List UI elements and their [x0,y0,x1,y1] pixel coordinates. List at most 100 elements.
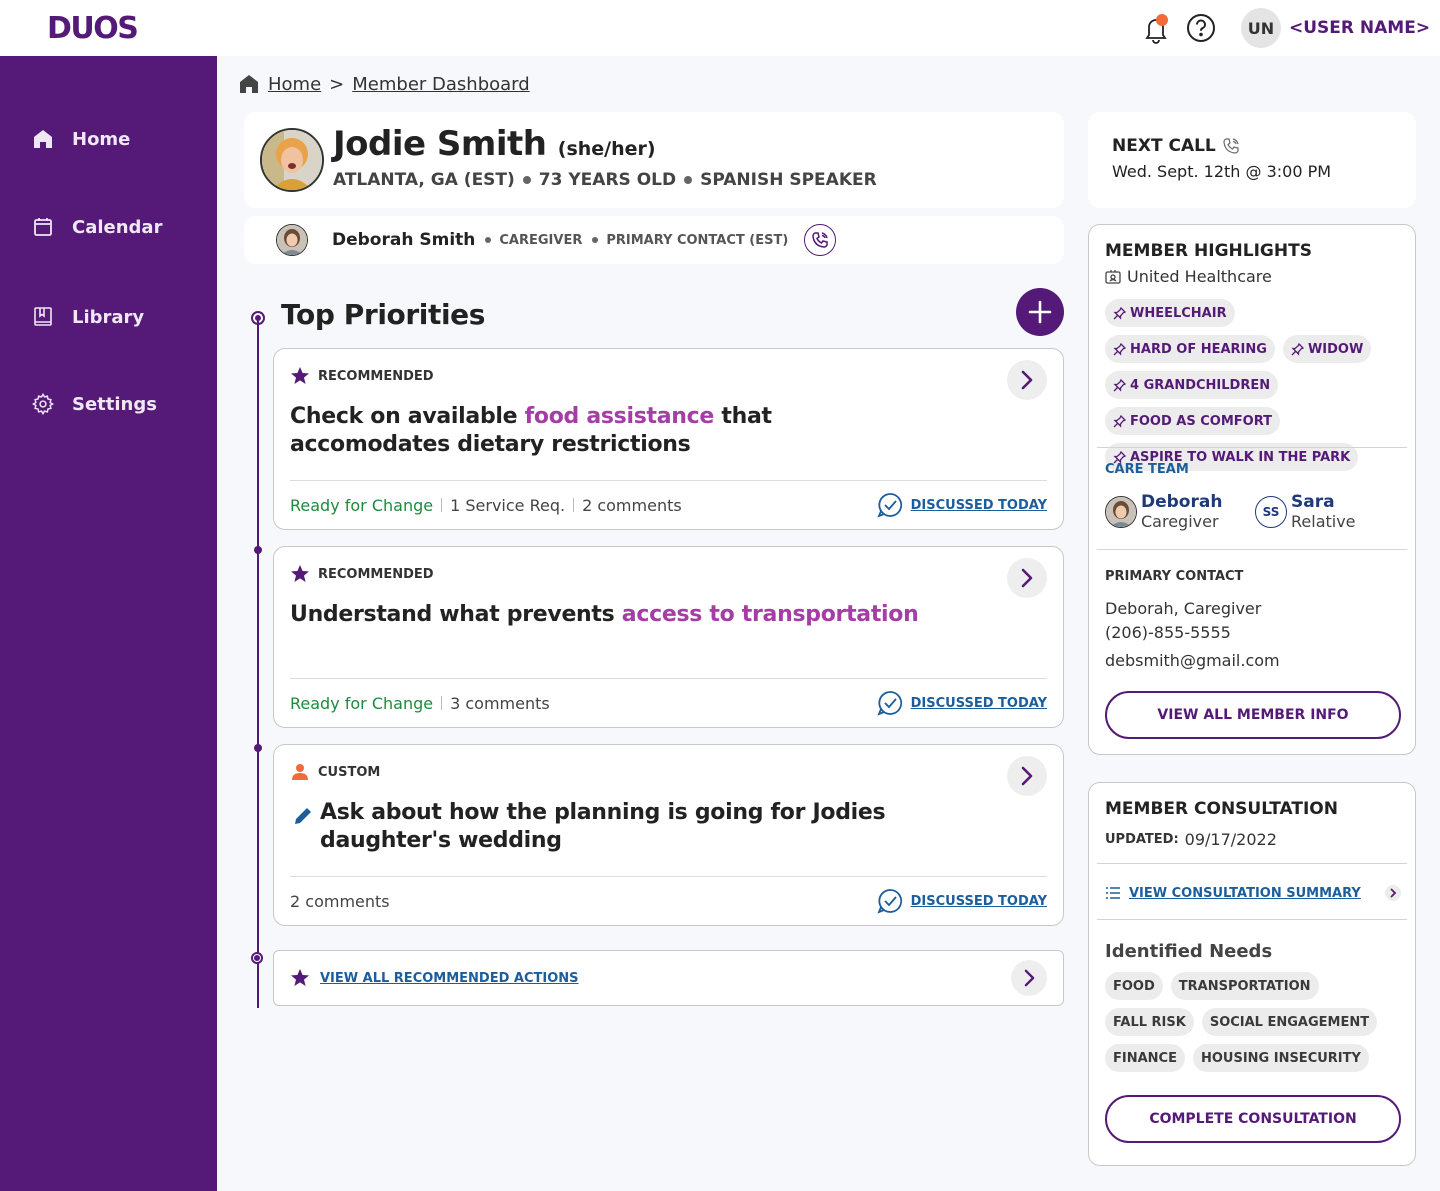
next-call-label: NEXT CALL [1112,136,1216,156]
pin-icon [1291,342,1304,356]
sidebar-item-library[interactable]: Library [32,306,144,328]
member-photo[interactable] [260,128,324,192]
view-all-recommended-link[interactable]: VIEW ALL RECOMMENDED ACTIONS [320,971,579,986]
sidebar-item-calendar[interactable]: Calendar [32,216,162,238]
open-priority-button[interactable] [1007,558,1047,598]
discussed-today-link[interactable]: DISCUSSED TODAY [877,888,1047,914]
priority-divider [290,678,1047,679]
member-consultation-title: MEMBER CONSULTATION [1105,799,1338,819]
comment-count[interactable]: 2 comments [290,892,390,911]
highlight-chip[interactable]: 4 GRANDCHILDREN [1105,371,1279,399]
user-avatar[interactable]: UN [1241,8,1281,48]
book-icon [34,307,52,326]
priority-tag: RECOMMENDED [290,564,434,584]
highlight-chip[interactable]: WHEELCHAIR [1105,299,1235,327]
priority-card[interactable]: CUSTOM Ask about how the planning is goi… [273,744,1064,926]
discussed-label: DISCUSSED TODAY [910,497,1047,513]
chat-check-icon [877,691,902,716]
person-icon [292,764,308,780]
duos-logo[interactable]: DUOS [47,11,139,46]
next-call-card: NEXT CALL Wed. Sept. 12th @ 3:00 PM [1088,112,1416,208]
sidebar-item-label: Home [72,128,131,150]
insurer: United Healthcare [1105,267,1272,286]
priority-divider [290,876,1047,877]
section-divider [1097,447,1407,448]
need-chip[interactable]: HOUSING INSECURITY [1192,1044,1369,1072]
highlight-chip[interactable]: FOOD AS COMFORT [1105,407,1281,435]
priority-tag: CUSTOM [290,762,380,782]
open-priority-button[interactable] [1007,756,1047,796]
next-call-time[interactable]: Wed. Sept. 12th @ 3:00 PM [1112,162,1331,181]
home-icon[interactable] [238,73,260,95]
priority-highlight: food assistance [524,404,715,429]
user-name[interactable]: <USER NAME> [1289,18,1430,38]
discussed-label: DISCUSSED TODAY [910,893,1047,909]
priority-tag: RECOMMENDED [290,366,434,386]
view-all-recommended-card[interactable]: VIEW ALL RECOMMENDED ACTIONS [273,950,1064,1006]
priority-tag-label: RECOMMENDED [318,368,434,384]
discussed-today-link[interactable]: DISCUSSED TODAY [877,492,1047,518]
chevron-right-icon[interactable] [1385,885,1401,901]
highlight-chip-label: HARD OF HEARING [1130,341,1267,357]
view-all-member-info-button[interactable]: VIEW ALL MEMBER INFO [1105,691,1401,739]
primary-contact-label: PRIMARY CONTACT [1105,569,1244,584]
care-team-member[interactable]: SS Sara Relative [1255,493,1356,531]
complete-consultation-button[interactable]: COMPLETE CONSULTATION [1105,1095,1401,1143]
sidebar-item-home[interactable]: Home [32,128,130,150]
pencil-icon[interactable] [292,805,314,827]
contact-role: CAREGIVER [499,232,583,248]
priorities-timeline [257,318,259,1008]
need-chip[interactable]: SOCIAL ENGAGEMENT [1201,1008,1378,1036]
pin-icon [1113,414,1126,428]
care-team-avatar [1105,496,1137,528]
notification-dot [1156,14,1168,26]
priority-text: Check on available food assistance that … [290,403,930,459]
phone-icon [1223,138,1239,154]
service-request-count[interactable]: 1 Service Req. [450,496,565,515]
discussed-today-link[interactable]: DISCUSSED TODAY [877,690,1047,716]
timeline-dot [254,546,262,554]
need-chip[interactable]: FALL RISK [1105,1008,1194,1036]
breadcrumb: Home > Member Dashboard [238,73,530,95]
priority-card[interactable]: RECOMMENDED Check on available food assi… [273,348,1064,530]
highlight-chip[interactable]: HARD OF HEARING [1105,335,1275,363]
open-priority-button[interactable] [1007,360,1047,400]
priority-card[interactable]: RECOMMENDED Understand what prevents acc… [273,546,1064,728]
view-consultation-summary-link[interactable]: VIEW CONSULTATION SUMMARY [1129,886,1361,901]
need-chip[interactable]: FOOD [1105,972,1163,1000]
contact-name[interactable]: Deborah Smith [332,230,475,250]
primary-contact-name: Deborah, Caregiver [1105,599,1262,618]
primary-contact-row: Deborah Smith CAREGIVER PRIMARY CONTACT … [244,216,1064,264]
member-consultation-card: MEMBER CONSULTATION UPDATED: 09/17/2022 … [1088,782,1416,1166]
sidebar-item-settings[interactable]: Settings [32,393,157,415]
contact-avatar[interactable] [276,224,308,256]
footer-divider [441,498,443,512]
comment-count[interactable]: 2 comments [582,496,682,515]
highlight-chip[interactable]: WIDOW [1282,335,1372,363]
separator-dot [684,176,693,184]
primary-contact-email[interactable]: debsmith@gmail.com [1105,649,1280,673]
need-chip[interactable]: FINANCE [1105,1044,1185,1072]
comment-count[interactable]: 3 comments [450,694,550,713]
breadcrumb-current-link[interactable]: Member Dashboard [352,74,529,95]
member-location: ATLANTA, GA (EST) [333,170,515,190]
member-header-card: Jodie Smith (she/her) ATLANTA, GA (EST) … [244,112,1064,208]
care-team-avatar: SS [1255,496,1287,528]
primary-contact-phone[interactable]: (206)-855-5555 [1105,621,1280,645]
discussed-label: DISCUSSED TODAY [910,695,1047,711]
footer-divider [441,696,443,710]
breadcrumb-home-link[interactable]: Home [268,74,321,95]
add-priority-button[interactable] [1016,288,1064,336]
open-recommended-button[interactable] [1011,960,1047,996]
care-team-info: Deborah Caregiver [1141,493,1222,532]
id-card-icon [1105,269,1121,284]
priority-footer: Ready for Change 1 Service Req. 2 commen… [290,492,1047,518]
care-team-member[interactable]: Deborah Caregiver [1105,493,1222,531]
call-contact-button[interactable] [804,224,837,256]
help-icon[interactable] [1186,13,1216,43]
need-chip[interactable]: TRANSPORTATION [1170,972,1319,1000]
readiness-status: Ready for Change [290,693,434,713]
consultation-summary-row[interactable]: VIEW CONSULTATION SUMMARY [1105,885,1401,901]
priority-text: Ask about how the planning is going for … [320,800,886,853]
pin-icon [1113,306,1126,320]
